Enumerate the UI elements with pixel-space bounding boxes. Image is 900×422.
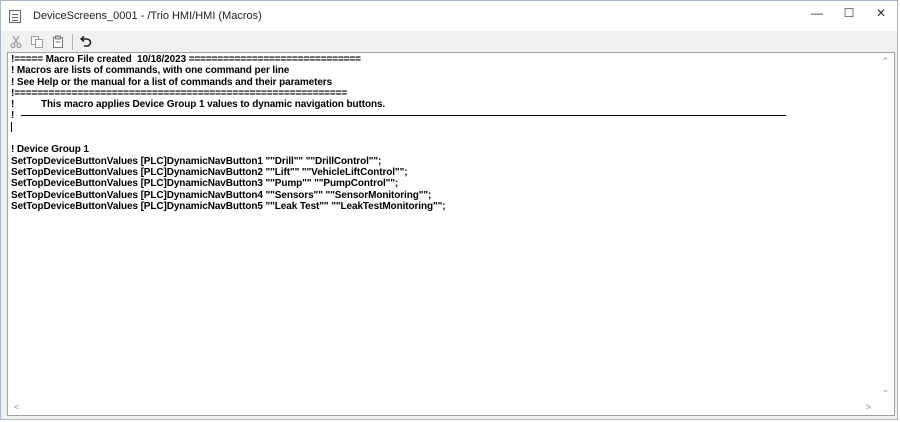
vertical-scrollbar[interactable]: ⌃ ⌄ — [877, 53, 894, 398]
macro-text-editor[interactable]: !===== Macro File created 10/18/2023 ===… — [7, 52, 895, 416]
code-line: SetTopDeviceButtonValues [PLC]DynamicNav… — [11, 178, 874, 189]
separator-rule — [20, 115, 786, 117]
code-line: SetTopDeviceButtonValues [PLC]DynamicNav… — [11, 167, 874, 178]
code-line-text: SetTopDeviceButtonValues [PLC]DynamicNav… — [11, 166, 408, 178]
code-line: ! Device Group 1 — [11, 144, 874, 155]
editor-toolbar — [7, 31, 893, 52]
paste-icon — [53, 35, 63, 48]
code-line: ! — [11, 110, 874, 121]
code-line-text: SetTopDeviceButtonValues [PLC]DynamicNav… — [11, 155, 382, 167]
text-caret — [11, 121, 12, 132]
code-line-text: !=======================================… — [11, 87, 348, 99]
code-line-text: ! Device Group 1 — [11, 144, 89, 156]
code-line: !===== Macro File created 10/18/2023 ===… — [11, 54, 874, 65]
code-area[interactable]: !===== Macro File created 10/18/2023 ===… — [11, 54, 874, 397]
code-line: ! See Help or the manual for a list of c… — [11, 77, 874, 88]
code-line-text: SetTopDeviceButtonValues [PLC]DynamicNav… — [11, 189, 432, 201]
close-button[interactable]: ✕ — [865, 1, 897, 25]
size-grip[interactable] — [877, 398, 894, 415]
minimize-button[interactable]: — — [801, 1, 833, 25]
paste-button[interactable] — [49, 33, 67, 51]
cut-icon — [10, 35, 22, 48]
window-controls: — ☐ ✕ — [801, 1, 897, 31]
undo-button[interactable] — [77, 33, 95, 51]
scroll-left-icon[interactable]: < — [8, 398, 25, 415]
undo-icon — [79, 35, 92, 47]
toolbar-separator — [72, 33, 73, 50]
code-line: SetTopDeviceButtonValues [PLC]DynamicNav… — [11, 156, 874, 167]
copy-icon — [31, 35, 43, 48]
code-line-text: SetTopDeviceButtonValues [PLC]DynamicNav… — [11, 200, 446, 212]
copy-button[interactable] — [28, 33, 46, 51]
code-line-text: SetTopDeviceButtonValues [PLC]DynamicNav… — [11, 178, 399, 190]
scroll-down-icon[interactable]: ⌄ — [877, 381, 894, 398]
code-line-text: ! See Help or the manual for a list of c… — [11, 76, 333, 88]
code-line: SetTopDeviceButtonValues [PLC]DynamicNav… — [11, 190, 874, 201]
code-line: ! This macro applies Device Group 1 valu… — [11, 99, 874, 110]
code-line — [11, 121, 874, 133]
cut-button[interactable] — [7, 33, 25, 51]
scroll-right-icon[interactable]: > — [860, 398, 877, 415]
code-line: !=======================================… — [11, 88, 874, 99]
code-line: SetTopDeviceButtonValues [PLC]DynamicNav… — [11, 201, 874, 212]
document-icon — [9, 9, 21, 23]
macro-editor-window: DeviceScreens_0001 - /Trio HMI/HMI (Macr… — [0, 0, 898, 420]
title-bar[interactable]: DeviceScreens_0001 - /Trio HMI/HMI (Macr… — [1, 1, 897, 31]
code-line-text: ! Macros are lists of commands, with one… — [11, 65, 290, 77]
horizontal-scrollbar[interactable]: < > — [8, 398, 877, 415]
scroll-up-icon[interactable]: ⌃ — [877, 53, 894, 70]
maximize-button[interactable]: ☐ — [833, 1, 865, 25]
window-title: DeviceScreens_0001 - /Trio HMI/HMI (Macr… — [33, 10, 262, 22]
code-line: ! Macros are lists of commands, with one… — [11, 65, 874, 76]
code-line-text: !===== Macro File created 10/18/2023 ===… — [11, 54, 361, 65]
code-line-text: ! — [11, 110, 17, 122]
code-line-text: ! This macro applies Device Group 1 valu… — [11, 99, 386, 111]
